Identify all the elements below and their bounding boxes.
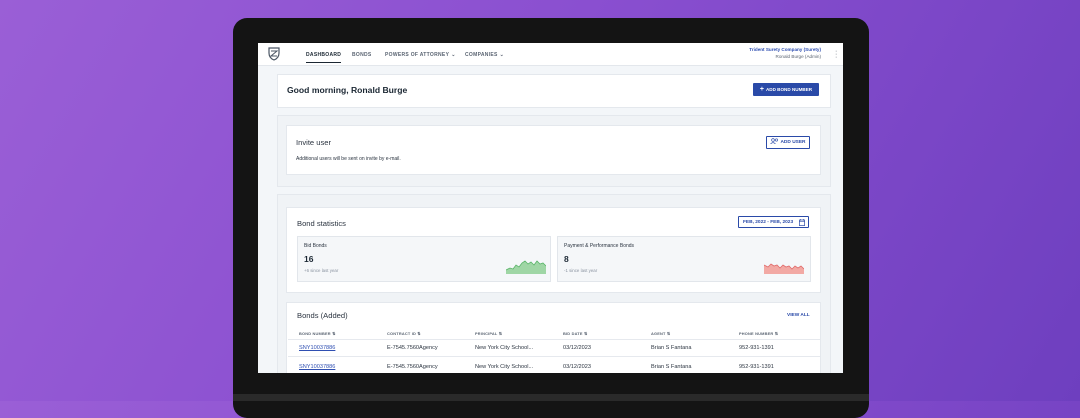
bid-bonds-card[interactable]: Bid Bonds 16 +6 since last year — [297, 236, 551, 282]
chevron-down-icon: ⌄ — [499, 52, 505, 58]
table-cell: Brian S Fantana — [651, 364, 692, 370]
add-user-label: ADD USER — [780, 140, 806, 145]
table-cell: 952-931-1391 — [739, 345, 774, 351]
invite-card — [286, 125, 821, 175]
bonds-added-title: Bonds (Added) — [297, 311, 348, 320]
nav-companies-label: COMPANIES — [465, 52, 498, 58]
bonds-added-card — [286, 302, 821, 373]
laptop-base — [233, 394, 869, 401]
column-header-label: BOND NUMBER — [299, 331, 331, 336]
table-cell: E-7545.7560Agency — [387, 364, 438, 370]
date-range-value: FEB, 2022 - FEB, 2023 — [743, 220, 794, 225]
users-icon — [770, 138, 779, 145]
column-header-phone-number[interactable]: PHONE NUMBER ⇅ — [739, 331, 778, 336]
column-header-label: BID DATE — [563, 331, 583, 336]
sort-arrows-icon: ⇅ — [774, 331, 779, 336]
divider — [288, 356, 820, 357]
payment-performance-label: Payment & Performance Bonds — [564, 243, 635, 249]
invite-description: Additional users will be sent on invite … — [296, 156, 401, 162]
company-name: Trident Surety Company (Surety) — [749, 47, 821, 52]
bid-bonds-label: Bid Bonds — [304, 243, 327, 249]
column-header-bond-number[interactable]: BOND NUMBER ⇅ — [299, 331, 336, 336]
column-header-principal[interactable]: PRINCIPAL ⇅ — [475, 331, 502, 336]
table-cell: Brian S Fantana — [651, 345, 692, 351]
invite-title: Invite user — [296, 138, 332, 147]
sort-arrows-icon: ⇅ — [583, 331, 588, 336]
user-name: Ronald Burge (Admin) — [775, 53, 821, 59]
payment-performance-change: -1 since last year — [564, 268, 598, 273]
chevron-down-icon: ⌄ — [451, 52, 456, 58]
table-cell: 03/12/2023 — [563, 364, 591, 370]
bond-number-link[interactable]: SNY10037886 — [299, 345, 335, 351]
bond-statistics-title: Bond statistics — [297, 219, 346, 228]
plus-icon: + — [759, 86, 764, 93]
payment-performance-bonds-card[interactable]: Payment & Performance Bonds 8 -1 since l… — [557, 236, 811, 282]
add-bond-number-label: ADD BOND NUMBER — [765, 87, 813, 92]
add-user-button[interactable]: ADD USER — [766, 136, 810, 149]
date-range-picker[interactable]: FEB, 2022 - FEB, 2023 — [738, 216, 809, 228]
sort-arrows-icon: ⇅ — [332, 331, 336, 336]
table-cell: 952-931-1391 — [739, 364, 774, 370]
table-cell: New York City School... — [475, 345, 534, 351]
add-bond-number-button[interactable]: + ADD BOND NUMBER — [753, 83, 819, 96]
sort-arrows-icon: ⇅ — [417, 331, 421, 336]
page-title: Good morning, Ronald Burge — [287, 85, 408, 95]
column-header-bid-date[interactable]: BID DATE ⇅ — [563, 331, 587, 336]
bid-bonds-sparkline — [506, 260, 546, 274]
nav-dashboard[interactable]: DASHBOARD — [306, 43, 342, 63]
top-nav: DASHBOARD BONDS POWERS OF ATTORNEY ⌄ COMP… — [258, 43, 843, 66]
column-header-label: AGENT — [651, 331, 666, 336]
sort-arrows-icon: ⇅ — [666, 331, 671, 336]
column-header-label: PHONE NUMBER — [739, 331, 774, 336]
app-screen: DASHBOARD BONDS POWERS OF ATTORNEY ⌄ COMP… — [258, 43, 843, 373]
nav-bonds[interactable]: BONDS — [352, 43, 372, 65]
table-cell: E-7545.7560Agency — [387, 345, 438, 351]
column-header-label: CONTRACT ID — [387, 331, 416, 336]
calendar-icon — [799, 219, 805, 226]
payment-performance-sparkline — [764, 263, 804, 274]
divider — [288, 339, 820, 340]
nav-powers-of-attorney-label: POWERS OF ATTORNEY — [385, 52, 450, 58]
kebab-menu-icon[interactable]: · · · — [835, 48, 837, 61]
bid-bonds-value: 16 — [304, 254, 314, 264]
column-header-contract-id[interactable]: CONTRACT ID ⇅ — [387, 331, 421, 336]
view-all-link[interactable]: VIEW ALL — [787, 313, 810, 318]
shield-logo-icon[interactable] — [268, 47, 280, 61]
bond-number-link[interactable]: SNY10037886 — [299, 364, 335, 370]
column-header-agent[interactable]: AGENT ⇅ — [651, 331, 670, 336]
column-header-label: PRINCIPAL — [475, 331, 498, 336]
table-cell: New York City School... — [475, 364, 534, 370]
sort-arrows-icon: ⇅ — [498, 331, 503, 336]
nav-companies[interactable]: COMPANIES ⌄ — [465, 43, 504, 65]
nav-powers-of-attorney[interactable]: POWERS OF ATTORNEY ⌄ — [385, 43, 456, 65]
bid-bonds-change: +6 since last year — [304, 268, 339, 273]
account-info[interactable]: Trident Surety Company (Surety) Ronald B… — [749, 47, 821, 60]
payment-performance-value: 8 — [564, 254, 569, 264]
table-cell: 03/12/2023 — [563, 345, 591, 351]
